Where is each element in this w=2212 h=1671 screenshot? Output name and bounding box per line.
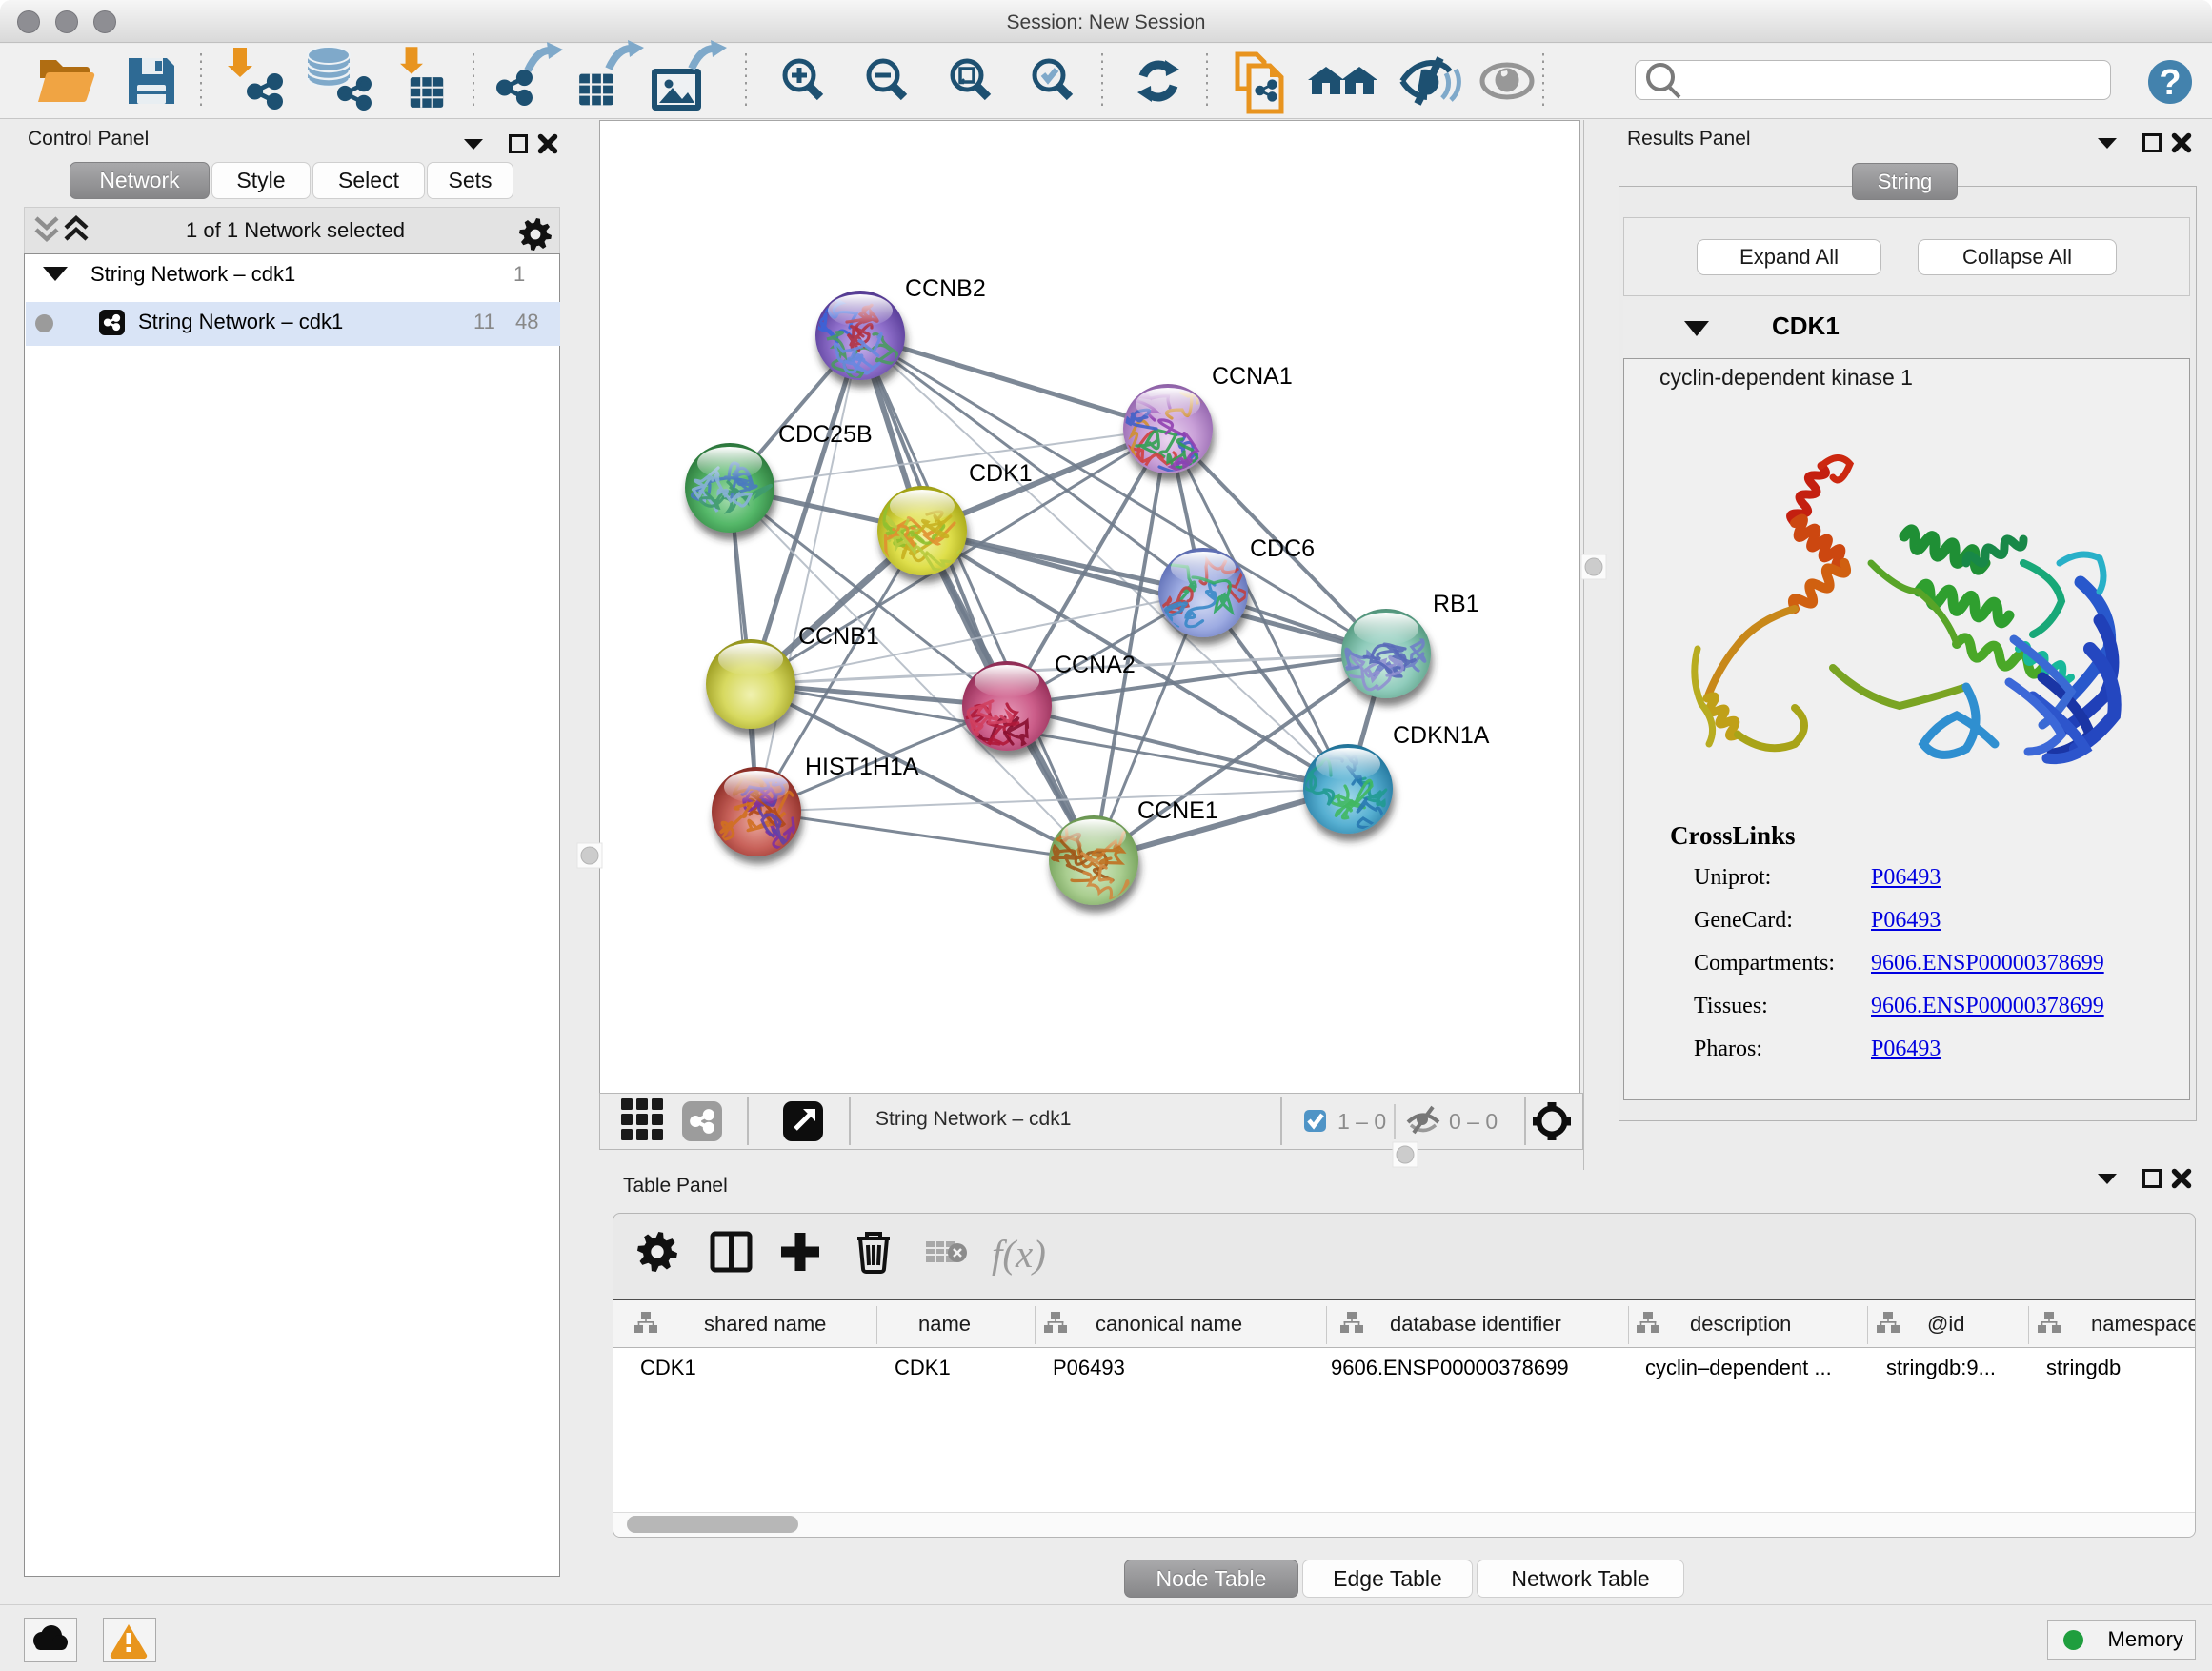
svg-text:?: ? [2159, 63, 2181, 103]
